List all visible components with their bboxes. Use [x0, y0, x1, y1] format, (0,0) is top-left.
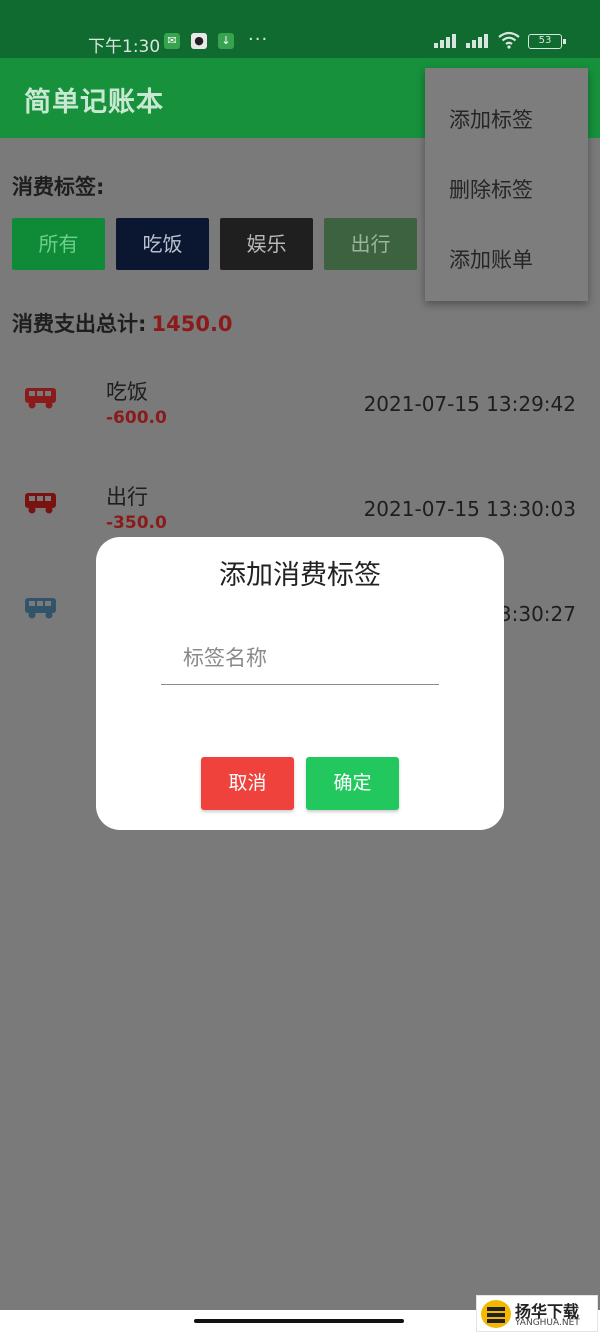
bill-item[interactable]: 吃饭 -600.0 2021-07-15 13:29:42 — [0, 366, 600, 456]
menu-item-delete-tag[interactable]: 删除标签 — [449, 174, 533, 204]
bill-amount: -350.0 — [106, 513, 167, 533]
bus-icon — [25, 598, 56, 619]
bill-amount: -600.0 — [106, 408, 167, 428]
bill-category: 吃饭 — [106, 380, 148, 404]
dialog-title: 添加消费标签 — [219, 560, 381, 591]
wechat-icon: ✉ — [164, 33, 180, 49]
tag-button-all[interactable]: 所有 — [12, 218, 105, 270]
bill-time: 2021-07-15 13:30:03 — [363, 497, 576, 521]
menu-item-add-tag[interactable]: 添加标签 — [449, 104, 533, 134]
tags-section-label: 消费标签: — [12, 175, 105, 199]
signal-icon — [432, 34, 458, 48]
bill-category: 出行 — [106, 485, 148, 509]
tag-button-travel[interactable]: 出行 — [324, 218, 417, 270]
confirm-button[interactable]: 确定 — [306, 757, 399, 810]
tag-button-entertainment[interactable]: 娱乐 — [220, 218, 313, 270]
bus-icon — [25, 388, 56, 409]
overflow-menu: 添加标签 删除标签 添加账单 — [425, 68, 588, 301]
download-icon: ↓ — [218, 33, 234, 49]
status-bar: 下午1:30 ✉ ● ↓ ··· 53 — [0, 0, 600, 58]
wifi-icon — [498, 31, 520, 49]
watermark-logo-icon — [481, 1300, 511, 1328]
total-label: 消费支出总计: — [12, 312, 147, 336]
status-time: 下午1:30 — [88, 37, 161, 57]
tag-name-input[interactable] — [161, 631, 439, 685]
menu-item-add-bill[interactable]: 添加账单 — [449, 244, 533, 274]
tag-button-food[interactable]: 吃饭 — [116, 218, 209, 270]
total-row: 消费支出总计: 1450.0 — [12, 308, 233, 338]
tag-row: 所有 吃饭 娱乐 出行 — [12, 218, 432, 270]
qq-icon: ● — [191, 33, 207, 49]
watermark: 扬华下载 YANGHUA.NET — [476, 1295, 598, 1332]
battery-icon: 53 — [528, 34, 566, 49]
home-indicator[interactable] — [194, 1319, 404, 1323]
bill-time: 3:30:27 — [498, 602, 576, 626]
more-notifications-icon: ··· — [248, 29, 269, 50]
app-title: 简单记账本 — [24, 87, 164, 118]
cancel-button[interactable]: 取消 — [201, 757, 294, 810]
watermark-subtext: YANGHUA.NET — [515, 1318, 580, 1328]
add-tag-dialog: 添加消费标签 取消 确定 — [96, 537, 504, 830]
total-value: 1450.0 — [151, 312, 233, 336]
bus-icon — [25, 493, 56, 514]
signal-icon-2 — [464, 34, 490, 48]
bill-time: 2021-07-15 13:29:42 — [363, 392, 576, 416]
